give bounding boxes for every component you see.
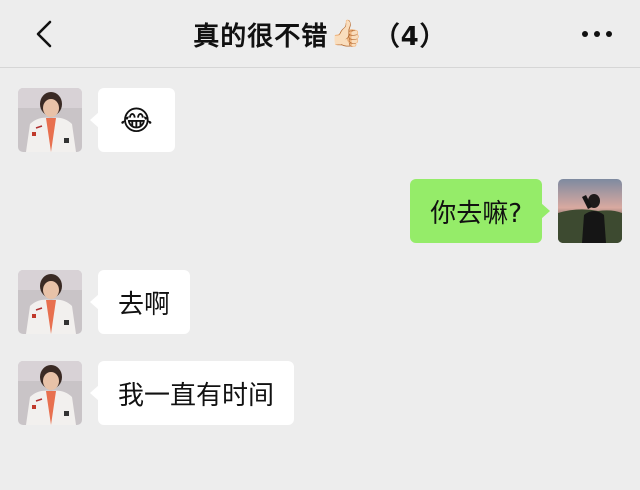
message-row: 你去嘛? — [410, 179, 622, 243]
thumbs-up-icon: 👍🏻 — [330, 19, 364, 49]
message-bubble[interactable]: 去啊 — [89, 270, 191, 334]
more-dot-icon — [606, 31, 612, 37]
more-dot-icon — [594, 31, 600, 37]
message-bubble[interactable]: 我一直有时间 — [89, 361, 295, 425]
girl-avatar-icon[interactable] — [558, 179, 622, 243]
more-options-button[interactable] — [576, 18, 618, 50]
chat-header: 真的很不错 👍🏻 （4） — [0, 0, 640, 68]
message-row: 😂 — [18, 88, 175, 152]
message-bubble[interactable]: 😂 — [90, 88, 175, 152]
member-count: （4） — [373, 21, 447, 52]
chat-title-text: 真的很不错 — [193, 21, 329, 52]
message-row: 去啊 — [18, 270, 191, 334]
boy-avatar-icon[interactable] — [18, 88, 82, 152]
boy-avatar-icon[interactable] — [18, 361, 82, 425]
message-row: 我一直有时间 — [18, 361, 295, 425]
chevron-left-icon — [36, 20, 52, 48]
message-bubble[interactable]: 你去嘛? — [410, 179, 550, 243]
more-dot-icon — [582, 31, 588, 37]
back-button[interactable] — [24, 14, 64, 54]
boy-avatar-icon[interactable] — [18, 270, 82, 334]
chat-title: 真的很不错 👍🏻 （4） — [193, 16, 446, 53]
chat-screen: 真的很不错 👍🏻 （4） 😂 你去嘛? 去啊 我一直有时间 — [0, 0, 640, 490]
